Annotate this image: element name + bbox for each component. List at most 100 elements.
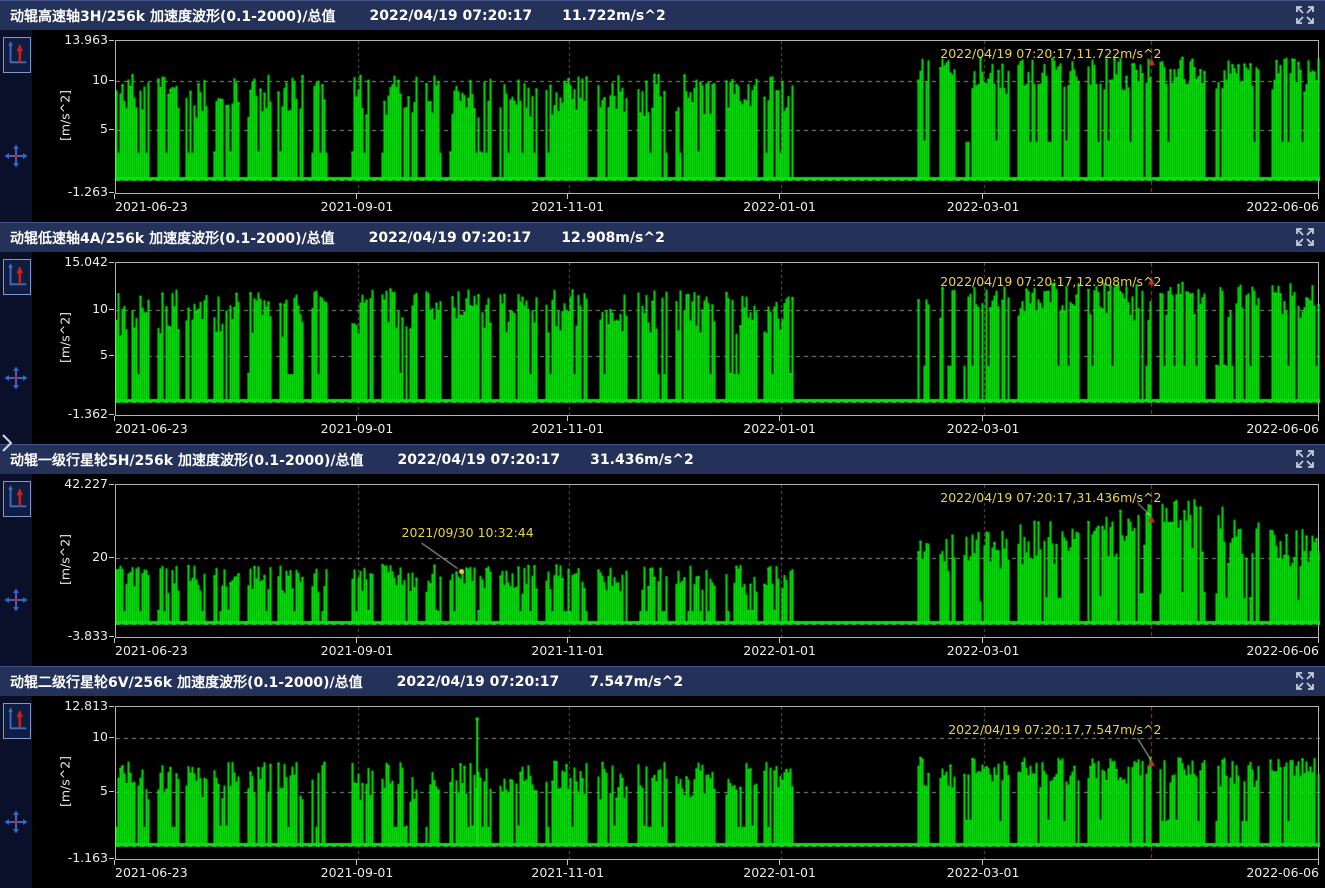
pan-tool-button[interactable] — [4, 810, 28, 834]
expand-icon — [1293, 448, 1317, 470]
panel-current-value: 11.722m/s^2 — [562, 8, 666, 24]
y-tick-mark — [109, 262, 114, 263]
panel-body: [m/s^2] 2022/04/19 07:20:17,7.547m/s^2 2… — [0, 696, 1325, 888]
waveform-canvas[interactable] — [116, 41, 1320, 193]
panel-title: 动辊二级行星轮6V/256k 加速度波形(0.1-2000)/总值 — [10, 672, 363, 692]
x-tick-label: 2021-09-01 — [321, 199, 394, 214]
y-tick-mark — [109, 40, 114, 41]
cursor-annotation: 2022/04/19 07:20:17,12.908m/s^2 — [940, 274, 1161, 289]
panel-toolbar — [0, 696, 32, 888]
cursor-annotation: 2022/04/19 07:20:17,11.722m/s^2 — [940, 46, 1161, 61]
expand-button[interactable] — [1293, 226, 1317, 250]
y-tick-label: 20 — [36, 549, 108, 564]
y-tick-label: -1.263 — [36, 184, 108, 199]
y-tick-mark — [109, 355, 114, 356]
y-tick-label: 12.813 — [36, 698, 108, 713]
y-tick-mark — [109, 129, 114, 130]
move-icon — [4, 588, 28, 612]
x-tick-label: 2021-06-23 — [115, 643, 188, 658]
panel-title: 动辊高速轴3H/256k 加速度波形(0.1-2000)/总值 — [10, 6, 335, 26]
waveform-canvas[interactable] — [116, 485, 1320, 637]
panel-toolbar — [0, 30, 32, 222]
y-tick-label: 10 — [36, 729, 108, 744]
x-axis: 2021-06-23 2021-09-01 2021-11-01 2022-01-01… — [115, 640, 1319, 660]
expand-button[interactable] — [1293, 4, 1317, 28]
chevron-right-icon — [1, 433, 13, 453]
panel-timestamp: 2022/04/19 07:20:17 — [369, 8, 532, 24]
x-axis: 2021-06-232021-09-012021-11-012022-01-01… — [115, 196, 1319, 216]
pan-tool-button[interactable] — [4, 144, 28, 168]
plot-area[interactable]: 2022/04/19 07:20:17,11.722m/s^2 — [115, 40, 1319, 194]
chart-area: [m/s^2] 2022/04/19 07:20:17,12.908m/s^2 … — [32, 252, 1325, 444]
y-tick-mark — [109, 557, 114, 558]
move-icon — [4, 366, 28, 390]
x-tick-label: 2021-09-01 — [321, 865, 394, 880]
axis-tool-button[interactable] — [3, 481, 31, 517]
panel-timestamp: 2022/04/19 07:20:17 — [397, 674, 560, 690]
expand-icon — [1293, 226, 1317, 248]
pan-tool-button[interactable] — [4, 588, 28, 612]
x-tick-label: 2021-11-01 — [531, 643, 604, 658]
move-icon — [4, 810, 28, 834]
y-tick-label: 5 — [36, 347, 108, 362]
sidebar-expander-button[interactable] — [0, 433, 14, 455]
x-tick-label: 2022-03-01 — [947, 421, 1020, 436]
axis-tool-button[interactable] — [3, 259, 31, 295]
plot-area[interactable]: 2022/04/19 07:20:17,31.436m/s^2 2021/09/… — [115, 484, 1319, 638]
panel-titlebar: 动辊高速轴3H/256k 加速度波形(0.1-2000)/总值 2022/04/… — [0, 0, 1325, 30]
x-tick-label: 2022-01-01 — [743, 199, 816, 214]
x-tick-label: 2021-09-01 — [321, 643, 394, 658]
plot-area[interactable]: 2022/04/19 07:20:17,12.908m/s^2 — [115, 262, 1319, 416]
move-icon — [4, 144, 28, 168]
x-tick-label: 2022-03-01 — [947, 865, 1020, 880]
pan-tool-button[interactable] — [4, 366, 28, 390]
chart-panel-3: 动辊一级行星轮5H/256k 加速度波形(0.1-2000)/总值 2022/0… — [0, 444, 1325, 666]
y-tick-mark — [109, 636, 114, 637]
event-annotation: 2021/09/30 10:32:44 — [402, 525, 534, 540]
axis-tool-button[interactable] — [3, 37, 31, 73]
y-tick-mark — [109, 791, 114, 792]
panel-titlebar: 动辊二级行星轮6V/256k 加速度波形(0.1-2000)/总值 2022/0… — [0, 666, 1325, 696]
chart-panel-2: 动辊低速轴4A/256k 加速度波形(0.1-2000)/总值 2022/04/… — [0, 222, 1325, 444]
y-tick-label: 5 — [36, 783, 108, 798]
x-tick-label: 2022-06-06 — [1246, 421, 1319, 436]
y-axis-unit: [m/s^2] — [58, 742, 73, 822]
panel-body: [m/s^2] 2022/04/19 07:20:17,11.722m/s^2 … — [0, 30, 1325, 222]
panel-toolbar — [0, 474, 32, 666]
axis-tool-button[interactable] — [3, 703, 31, 739]
panel-title: 动辊一级行星轮5H/256k 加速度波形(0.1-2000)/总值 — [10, 450, 363, 470]
axis-icon — [5, 39, 29, 69]
y-tick-label: 42.227 — [36, 476, 108, 491]
chart-area: [m/s^2] 2022/04/19 07:20:17,11.722m/s^2 … — [32, 30, 1325, 222]
x-tick-label: 2021-09-01 — [321, 421, 394, 436]
panel-timestamp: 2022/04/19 07:20:17 — [369, 230, 532, 246]
x-tick-label: 2021-11-01 — [531, 865, 604, 880]
cursor-annotation: 2022/04/19 07:20:17,7.547m/s^2 — [948, 722, 1161, 737]
plot-area[interactable]: 2022/04/19 07:20:17,7.547m/s^2 — [115, 706, 1319, 860]
axis-icon — [5, 483, 29, 513]
y-tick-mark — [109, 484, 114, 485]
chart-panel-4: 动辊二级行星轮6V/256k 加速度波形(0.1-2000)/总值 2022/0… — [0, 666, 1325, 888]
y-tick-mark — [109, 192, 114, 193]
y-tick-mark — [109, 80, 114, 81]
panel-current-value: 31.436m/s^2 — [590, 452, 694, 468]
x-tick-label: 2022-06-06 — [1246, 199, 1319, 214]
y-tick-mark — [109, 414, 114, 415]
x-tick-label: 2022-01-01 — [743, 643, 816, 658]
expand-button[interactable] — [1293, 670, 1317, 694]
x-tick-label: 2021-11-01 — [531, 421, 604, 436]
y-tick-mark — [109, 706, 114, 707]
x-tick-label: 2021-06-23 — [115, 865, 188, 880]
expand-button[interactable] — [1293, 448, 1317, 472]
axis-icon — [5, 261, 29, 291]
panel-titlebar: 动辊低速轴4A/256k 加速度波形(0.1-2000)/总值 2022/04/… — [0, 222, 1325, 252]
x-tick-label: 2022-01-01 — [743, 421, 816, 436]
chart-area: [m/s^2] 2022/04/19 07:20:17,31.436m/s^2 … — [32, 474, 1325, 666]
panel-timestamp: 2022/04/19 07:20:17 — [397, 452, 560, 468]
y-tick-label: 5 — [36, 121, 108, 136]
expand-icon — [1293, 4, 1317, 26]
y-tick-mark — [109, 737, 114, 738]
y-tick-label: -1.163 — [36, 850, 108, 865]
panel-body: [m/s^2] 2022/04/19 07:20:17,12.908m/s^2 … — [0, 252, 1325, 444]
y-axis-unit: [m/s^2] — [58, 76, 73, 156]
